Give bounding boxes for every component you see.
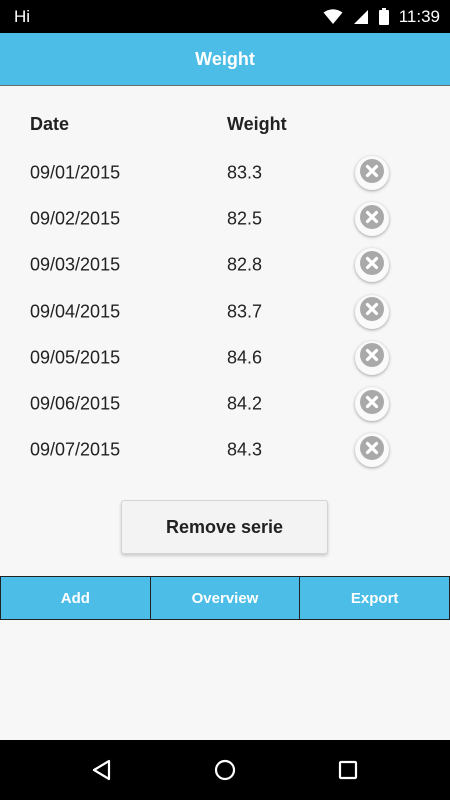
table-row: 09/02/2015 82.5 bbox=[0, 196, 450, 242]
weight-list: 09/01/2015 83.3 09/02/2015 82.5 09/03/2015 82… bbox=[0, 150, 450, 473]
page-title: Weight bbox=[195, 48, 255, 69]
row-weight: 83.3 bbox=[227, 162, 263, 183]
battery-icon bbox=[378, 8, 389, 25]
delete-entry-button[interactable] bbox=[355, 433, 389, 468]
remove-circle-icon bbox=[359, 250, 385, 281]
table-row: 09/05/2015 84.6 bbox=[0, 335, 450, 381]
remove-circle-icon bbox=[359, 389, 385, 420]
row-date: 09/06/2015 bbox=[30, 393, 121, 414]
remove-circle-icon bbox=[359, 204, 385, 235]
remove-circle-icon bbox=[359, 296, 385, 327]
delete-entry-button[interactable] bbox=[355, 294, 389, 329]
table-row: 09/03/2015 82.8 bbox=[0, 242, 450, 288]
table-row: 09/06/2015 84.2 bbox=[0, 381, 450, 427]
row-date: 09/05/2015 bbox=[30, 347, 121, 368]
status-icons: 11:39 bbox=[323, 7, 440, 27]
row-weight: 84.2 bbox=[227, 393, 263, 414]
clock-time: 11:39 bbox=[398, 6, 440, 26]
delete-entry-button[interactable] bbox=[355, 156, 389, 191]
bottom-tab-bar: Add Overview Export bbox=[0, 576, 450, 620]
back-icon[interactable] bbox=[82, 750, 122, 790]
tab-overview[interactable]: Overview bbox=[149, 577, 300, 619]
home-icon[interactable] bbox=[205, 750, 245, 790]
table-row: 09/04/2015 83.7 bbox=[0, 289, 450, 335]
wifi-icon bbox=[323, 8, 343, 25]
delete-entry-button[interactable] bbox=[355, 202, 389, 237]
carrier-label: Hi bbox=[14, 6, 31, 26]
remove-circle-icon bbox=[359, 342, 385, 373]
remove-circle-icon bbox=[359, 158, 385, 189]
table-row: 09/07/2015 84.3 bbox=[0, 427, 450, 473]
row-date: 09/07/2015 bbox=[30, 439, 121, 460]
remove-circle-icon bbox=[359, 435, 385, 466]
remove-serie-button[interactable]: Remove serie bbox=[121, 500, 328, 554]
tab-add[interactable]: Add bbox=[1, 577, 150, 619]
column-header-weight: Weight bbox=[227, 114, 287, 134]
delete-entry-button[interactable] bbox=[355, 387, 389, 422]
recents-icon[interactable] bbox=[328, 750, 368, 790]
status-bar: Hi 11:39 bbox=[0, 0, 450, 33]
app-bar: Weight bbox=[0, 33, 450, 86]
row-weight: 82.5 bbox=[227, 208, 263, 229]
delete-entry-button[interactable] bbox=[355, 248, 389, 283]
row-date: 09/01/2015 bbox=[30, 162, 121, 183]
tab-export[interactable]: Export bbox=[299, 577, 449, 619]
signal-icon bbox=[353, 9, 369, 25]
row-weight: 84.6 bbox=[227, 347, 263, 368]
system-nav-bar bbox=[0, 740, 450, 800]
column-header-date: Date bbox=[30, 114, 70, 134]
row-date: 09/02/2015 bbox=[30, 208, 121, 229]
table-header: Date Weight bbox=[0, 114, 450, 142]
row-weight: 82.8 bbox=[227, 254, 263, 275]
delete-entry-button[interactable] bbox=[355, 340, 389, 375]
row-date: 09/04/2015 bbox=[30, 301, 121, 322]
row-weight: 84.3 bbox=[227, 439, 263, 460]
row-date: 09/03/2015 bbox=[30, 254, 121, 275]
table-row: 09/01/2015 83.3 bbox=[0, 150, 450, 196]
row-weight: 83.7 bbox=[227, 301, 263, 322]
